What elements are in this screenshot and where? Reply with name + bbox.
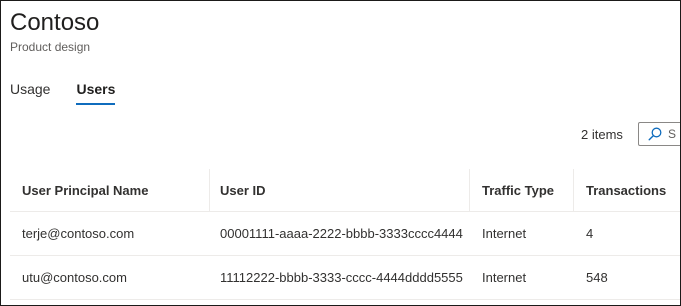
- column-header-transactions[interactable]: Transactions: [586, 169, 666, 211]
- column-divider[interactable]: [209, 169, 210, 211]
- page-subtitle: Product design: [10, 40, 91, 54]
- cell-traffic-type: Internet: [482, 226, 527, 241]
- page-header: Contoso Product design: [10, 7, 99, 54]
- column-header-user-principal-name[interactable]: User Principal Name: [22, 169, 148, 211]
- search-box[interactable]: S: [638, 122, 680, 146]
- tab-usage[interactable]: Usage: [10, 81, 50, 105]
- column-divider[interactable]: [469, 169, 470, 211]
- column-header-traffic-type[interactable]: Traffic Type: [482, 169, 554, 211]
- app-frame: Contoso Product design Usage Users 2 ite…: [0, 0, 681, 306]
- table-row[interactable]: terje@contoso.com 00001111-aaaa-2222-bbb…: [10, 212, 680, 256]
- column-header-user-id[interactable]: User ID: [220, 169, 266, 211]
- cell-transactions: 548: [586, 270, 608, 285]
- cell-user-id: 00001111-aaaa-2222-bbbb-3333cccc4444: [220, 226, 463, 241]
- tab-users[interactable]: Users: [76, 81, 115, 105]
- column-divider[interactable]: [573, 169, 574, 211]
- cell-traffic-type: Internet: [482, 270, 527, 285]
- page-title: Contoso: [10, 9, 100, 36]
- search-icon: [648, 127, 662, 141]
- cell-user-id: 11112222-bbbb-3333-cccc-4444dddd5555: [220, 270, 463, 285]
- users-table: User Principal Name User ID Traffic Type…: [10, 169, 680, 300]
- table-header-row: User Principal Name User ID Traffic Type…: [10, 169, 680, 212]
- cell-user-principal-name: utu@contoso.com: [22, 270, 127, 285]
- items-count: 2 items: [581, 127, 623, 142]
- cell-transactions: 4: [586, 226, 594, 241]
- tab-list: Usage Users: [10, 81, 115, 105]
- search-input[interactable]: S: [668, 127, 676, 141]
- table-row[interactable]: utu@contoso.com 11112222-bbbb-3333-cccc-…: [10, 256, 680, 300]
- cell-user-principal-name: terje@contoso.com: [22, 226, 135, 241]
